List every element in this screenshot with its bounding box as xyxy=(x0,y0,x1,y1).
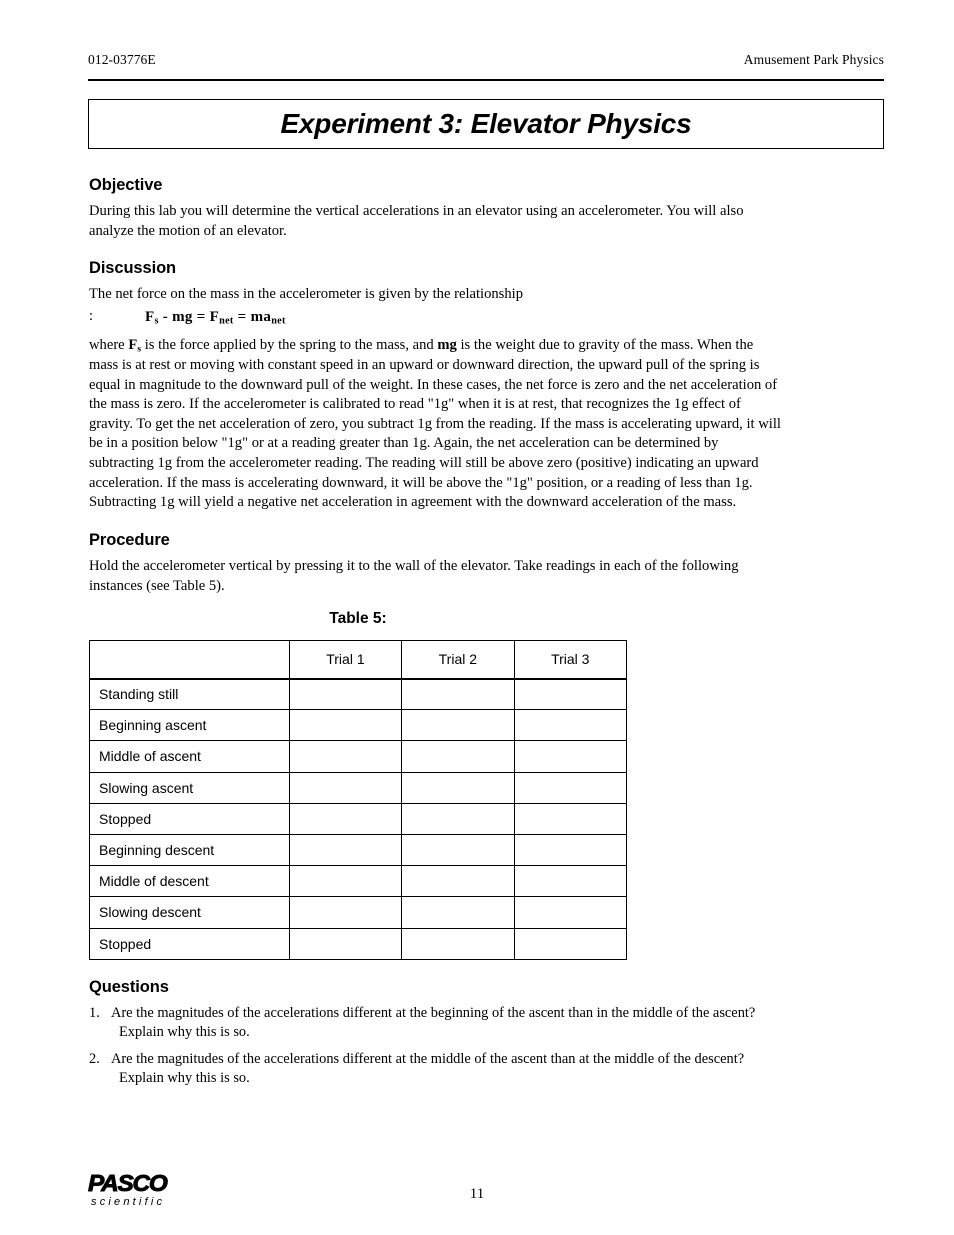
table-cell[interactable] xyxy=(288,771,403,804)
symbol-fs: Fs xyxy=(128,337,141,354)
equation-formula: Fs - mg = Fnet = manet xyxy=(145,307,286,328)
table-cell[interactable] xyxy=(288,927,403,960)
objective-paragraph: During this lab you will determine the v… xyxy=(89,203,744,239)
table-row: Beginning descent xyxy=(89,833,628,867)
table-row: Standing still xyxy=(89,677,628,711)
discussion-text-1: where xyxy=(89,337,129,354)
table-cell[interactable] xyxy=(401,896,515,929)
question-text-line-2: Explain why this is so. xyxy=(119,1024,250,1041)
table-row-label: Stopped xyxy=(89,927,290,960)
table-row: Slowing ascent xyxy=(89,771,628,804)
table-cell[interactable] xyxy=(513,927,628,960)
table-header-row: Trial 1 Trial 2 Trial 3 xyxy=(89,640,628,680)
table-row: Middle of ascent xyxy=(89,740,628,773)
table-row: Beginning ascent xyxy=(89,709,628,742)
section-heading-procedure: Procedure xyxy=(89,530,170,549)
section-heading-discussion: Discussion xyxy=(89,259,177,278)
discussion-paragraph: where Fs is the force applied by the spr… xyxy=(89,336,783,513)
symbol-mg: mg xyxy=(437,337,457,354)
table-body: Standing still Beginning ascent Middle o… xyxy=(89,677,628,960)
table-column-header-trial-2: Trial 2 xyxy=(401,640,515,680)
question-text-line-1: Are the magnitudes of the accelerations … xyxy=(111,1005,756,1021)
table-row: Middle of descent xyxy=(89,865,628,898)
equation-ma: ma xyxy=(250,308,272,325)
table-cell[interactable] xyxy=(401,927,515,960)
discussion-text-3: is the weight due to gravity of the mass… xyxy=(89,337,781,511)
table-cell[interactable] xyxy=(288,740,403,773)
equation-ma-sub: net xyxy=(271,315,286,327)
table-cell[interactable] xyxy=(401,677,515,711)
section-heading-objective: Objective xyxy=(89,176,163,194)
running-header: 012-03776E Amusement Park Physics xyxy=(88,52,884,68)
table-head: Trial 1 Trial 2 Trial 3 xyxy=(89,640,628,680)
procedure-paragraph: Hold the accelerometer vertical by press… xyxy=(89,557,739,594)
list-item: 1. Are the magnitudes of the acceleratio… xyxy=(89,1004,783,1043)
table-cell[interactable] xyxy=(513,865,628,898)
table-row-label: Stopped xyxy=(89,802,290,835)
equation-line: : Fs - mg = Fnet = manet xyxy=(89,307,783,328)
table-row: Slowing descent xyxy=(89,896,628,929)
equation-equals: = xyxy=(233,308,251,325)
discussion-intro: The net force on the mass in the acceler… xyxy=(89,286,524,303)
question-text-line-1: Are the magnitudes of the accelerations … xyxy=(111,1050,745,1067)
table-cell[interactable] xyxy=(401,709,515,742)
table-cell[interactable] xyxy=(401,865,515,898)
table-cell[interactable] xyxy=(513,833,628,867)
table-cell[interactable] xyxy=(401,833,515,867)
table-cell[interactable] xyxy=(401,771,515,804)
question-number: 2. xyxy=(89,1050,100,1067)
table-cell[interactable] xyxy=(288,709,403,742)
page-number: 11 xyxy=(469,1186,485,1202)
table-caption: Table 5: xyxy=(329,610,387,627)
list-item: 2. Are the magnitudes of the acceleratio… xyxy=(89,1050,783,1089)
table-row-label: Beginning ascent xyxy=(89,709,290,742)
table-cell[interactable] xyxy=(513,771,628,804)
symbol-fs-letter: F xyxy=(128,337,138,354)
table-column-header-trial-1: Trial 1 xyxy=(288,640,403,680)
table-column-header-trial-3: Trial 3 xyxy=(513,640,628,680)
data-table: Trial 1 Trial 2 Trial 3 Standing still B… xyxy=(89,640,628,960)
document-number: 012-03776E xyxy=(88,52,156,67)
experiment-title-box: Experiment 3: Elevator Physics xyxy=(88,99,884,149)
questions-section: Questions 1. Are the magnitudes of the a… xyxy=(89,978,783,1096)
table-cell[interactable] xyxy=(288,896,403,929)
table-row-label: Middle of ascent xyxy=(89,740,290,773)
table-cell[interactable] xyxy=(513,802,628,835)
main-content: Objective During this lab you will deter… xyxy=(89,176,783,596)
document-page: 012-03776E Amusement Park Physics Experi… xyxy=(0,0,954,1235)
table-row-label: Slowing descent xyxy=(89,896,290,929)
table-cell[interactable] xyxy=(288,677,403,711)
table-cell[interactable] xyxy=(401,802,515,835)
table-cell[interactable] xyxy=(513,709,628,742)
table-row-label: Middle of descent xyxy=(89,865,290,898)
table-cell[interactable] xyxy=(401,740,515,773)
table-cell[interactable] xyxy=(513,740,628,773)
document-title: Amusement Park Physics xyxy=(743,52,884,67)
table-cell[interactable] xyxy=(288,865,403,898)
table-row-label: Slowing ascent xyxy=(89,771,290,804)
page-title: Experiment 3: Elevator Physics xyxy=(280,108,692,139)
equation-minus-mg: - mg = xyxy=(158,308,210,325)
table-cell[interactable] xyxy=(288,833,403,867)
table-cell[interactable] xyxy=(288,802,403,835)
table-cell[interactable] xyxy=(513,677,628,711)
section-heading-questions: Questions xyxy=(89,978,169,996)
table-row-label: Standing still xyxy=(89,677,290,711)
table-row: Stopped xyxy=(89,927,628,960)
equation-prefix: : xyxy=(89,307,94,324)
question-number: 1. xyxy=(89,1005,100,1021)
equation-fnet: F xyxy=(209,308,220,325)
header-rule xyxy=(88,79,884,81)
table-cell[interactable] xyxy=(513,896,628,929)
question-text-line-2: Explain why this is so. xyxy=(119,1070,250,1087)
table-corner-cell xyxy=(89,640,290,680)
equation-fnet-sub: net xyxy=(219,315,234,327)
discussion-text-2: is the force applied by the spring to th… xyxy=(141,337,438,354)
questions-list: 1. Are the magnitudes of the acceleratio… xyxy=(89,1004,783,1089)
table-row: Stopped xyxy=(89,802,628,835)
table-row-label: Beginning descent xyxy=(89,833,290,867)
